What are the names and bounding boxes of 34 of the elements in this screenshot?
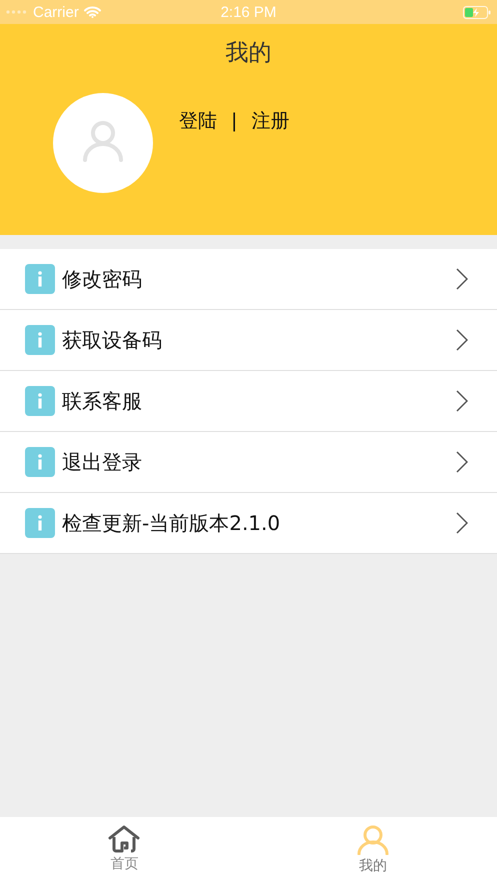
carrier-name: Carrier	[33, 4, 79, 20]
battery-icon	[463, 6, 491, 18]
page-title: 我的	[226, 39, 272, 68]
info-icon	[25, 508, 55, 538]
menu-item[interactable]: 退出登录	[0, 432, 497, 493]
home-icon	[108, 825, 140, 853]
chevron-icon	[456, 512, 468, 534]
login-link[interactable]: 登陆	[179, 108, 217, 134]
signal-icon	[6, 10, 28, 14]
menu-item[interactable]: 获取设备码	[0, 310, 497, 371]
tab[interactable]: 首页	[0, 817, 248, 883]
menu-label: 获取设备码	[62, 326, 163, 354]
register-link[interactable]: 注册	[251, 108, 290, 134]
chevron-icon	[456, 390, 468, 412]
info-icon	[25, 264, 55, 294]
status-time: 2:16 PM	[220, 4, 276, 20]
wifi-icon	[84, 6, 101, 18]
menu-label: 联系客服	[62, 388, 143, 414]
menu-item[interactable]: 联系客服	[0, 371, 497, 432]
menu-label: 检查更新-当前版本2.1.0	[62, 510, 282, 536]
person-icon	[82, 120, 124, 162]
chevron-icon	[456, 451, 468, 473]
person-icon	[356, 825, 389, 855]
chevron-icon	[456, 329, 468, 351]
menu-item[interactable]: 修改密码	[0, 249, 497, 310]
info-icon	[25, 386, 55, 416]
menu-label: 修改密码	[62, 266, 143, 292]
menu-item[interactable]: 检查更新-当前版本2.1.0	[0, 493, 497, 554]
info-icon	[25, 447, 55, 477]
chevron-icon	[456, 268, 468, 290]
menu-label: 退出登录	[62, 448, 143, 476]
separator: |	[231, 110, 238, 132]
info-icon	[25, 325, 55, 355]
tab[interactable]: 我的	[248, 817, 497, 883]
